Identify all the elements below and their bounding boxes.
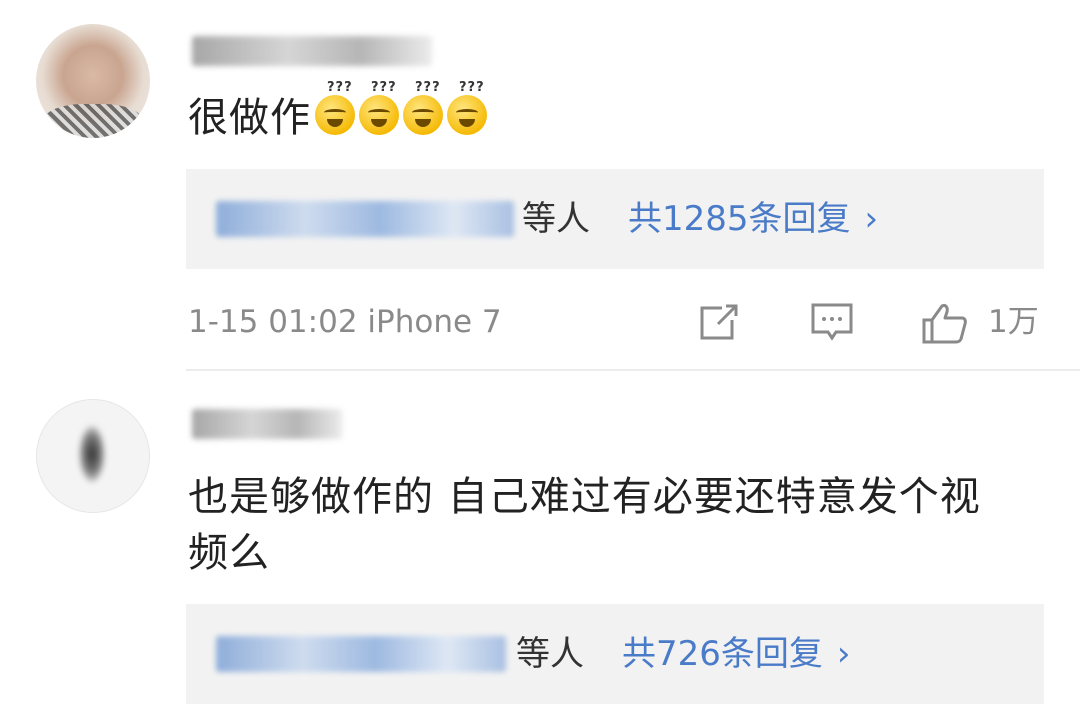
reply-names-redacted[interactable] (216, 636, 506, 672)
dizzy-grin-emoji-icon: ??? (315, 81, 355, 135)
comment-item: 也是够做作的 自己难过有必要还特意发个视频么 等人 共726条回复 › (0, 371, 1080, 720)
reply-names-redacted[interactable] (216, 201, 514, 237)
comment-timestamp-device: 1-15 01:02 iPhone 7 (188, 304, 502, 340)
reply-count-link[interactable]: 共1285条回复 › (628, 194, 878, 244)
comment-text: 很做作???????????? (188, 81, 1020, 146)
avatar[interactable] (36, 24, 150, 138)
reply-preview[interactable]: 等人 共726条回复 › (186, 604, 1044, 704)
chevron-right-icon: › (836, 634, 851, 674)
username-redacted[interactable] (192, 409, 342, 439)
comment-text: 也是够做作的 自己难过有必要还特意发个视频么 (188, 474, 981, 576)
username-redacted[interactable] (192, 36, 432, 66)
chevron-right-icon: › (864, 199, 879, 239)
reply-suffix: 等人 (522, 199, 590, 239)
comment-icon[interactable] (810, 302, 854, 342)
reply-preview[interactable]: 等人 共1285条回复 › (186, 169, 1044, 269)
comment-meta: 1-15 01:02 iPhone 7 1万 (0, 300, 1080, 344)
dizzy-grin-emoji-icon: ??? (359, 81, 399, 135)
like-count: 1万 (988, 304, 1039, 340)
dizzy-grin-emoji-icon: ??? (447, 81, 487, 135)
thumbs-up-icon[interactable] (920, 302, 967, 344)
comment-item: 很做作???????????? 等人 共1285条回复 › 1-15 01:02 … (0, 0, 1080, 371)
avatar[interactable] (36, 399, 150, 513)
share-icon[interactable] (696, 302, 740, 342)
dizzy-grin-emoji-icon: ??? (403, 81, 443, 135)
reply-suffix: 等人 (516, 634, 584, 674)
reply-count-link[interactable]: 共726条回复 › (622, 629, 851, 679)
